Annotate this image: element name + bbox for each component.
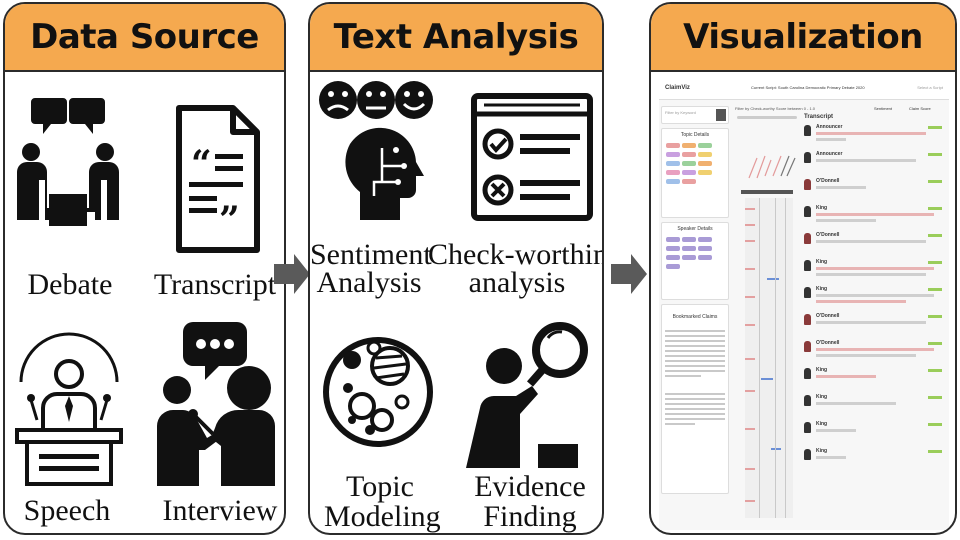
transcript-icon: “ ” — [176, 105, 260, 253]
svg-text:“: “ — [191, 143, 212, 185]
sentiment-label-2: Analysis — [316, 266, 422, 299]
speaker-name: King — [816, 421, 828, 427]
arrow-right-icon — [611, 254, 647, 294]
interview-label: Interview — [162, 494, 278, 527]
transcript-message: King — [804, 286, 944, 313]
transcript-message: King — [804, 421, 944, 448]
visualization-title: Visualization — [651, 4, 955, 72]
debate-icon — [17, 98, 119, 226]
transcript-message: King — [804, 205, 944, 232]
topic-label-1: Topic — [346, 470, 414, 503]
speaker-name: O'Donnell — [816, 313, 840, 319]
transcript-label: Transcript — [153, 268, 277, 301]
speaker-name: Announcer — [816, 151, 843, 157]
check-worthiness-label-2: analysis — [468, 266, 566, 299]
text-analysis-panel: Text Analysis Sentiment Analysis Check-w… — [308, 2, 604, 535]
speaker-name: Announcer — [816, 124, 843, 130]
transcript-message: O'Donnell — [804, 232, 944, 259]
keyword-filter-input[interactable]: Filter by Keyword — [661, 106, 729, 124]
transcript-message: Announcer — [804, 124, 944, 151]
score-filter-label: Filter by Check-worthy Score between 0 -… — [735, 106, 816, 111]
current-script: Current Script: South Carolina Democrati… — [751, 85, 865, 90]
data-source-panel: Data Source Debate “ ” Transcript Speech… — [3, 2, 286, 535]
claim-score-legend: Claim Score — [909, 106, 931, 111]
debate-label: Debate — [27, 268, 113, 301]
keyword-filter-placeholder: Filter by Keyword — [665, 110, 696, 115]
sentiment-legend: Sentiment — [874, 106, 893, 111]
evidence-label-2: Finding — [483, 500, 577, 533]
speaker-name: King — [816, 394, 828, 400]
text-analysis-title: Text Analysis — [310, 4, 602, 72]
speaker-name: King — [816, 205, 828, 211]
transcript-message: King — [804, 259, 944, 286]
claimviz-screenshot: ClaimViz Current Script: South Carolina … — [659, 78, 949, 530]
interview-icon — [157, 322, 275, 486]
select-script-dropdown[interactable]: Select a Script — [917, 85, 943, 90]
speaker-name: O'Donnell — [816, 232, 840, 238]
arrow-right-icon — [274, 254, 310, 294]
speaker-name: King — [816, 286, 828, 292]
claim-timeline-chart — [741, 155, 796, 518]
speech-icon — [15, 332, 123, 486]
transcript-message: O'Donnell — [804, 313, 944, 340]
speaker-name: King — [816, 367, 828, 373]
transcript-message: King — [804, 367, 944, 394]
speaker-name: O'Donnell — [816, 340, 840, 346]
speech-label: Speech — [23, 494, 111, 527]
transcript-message: King — [804, 394, 944, 421]
transcript-message: King — [804, 448, 944, 475]
magnifier-person-icon — [466, 322, 588, 468]
data-source-title: Data Source — [5, 4, 284, 72]
claimviz-topbar: ClaimViz Current Script: South Carolina … — [659, 78, 949, 100]
bookmarked-claims-box: Bookmarked Claims — [661, 304, 729, 494]
topic-details-title: Topic Details — [680, 132, 710, 138]
claimviz-sidebar: Filter by Keyword Topic Details Speaker … — [661, 106, 729, 526]
speaker-details-title: Speaker Details — [677, 226, 713, 232]
speaker-name: O'Donnell — [816, 178, 840, 184]
score-slider[interactable] — [737, 116, 797, 119]
speaker-name: King — [816, 259, 828, 265]
svg-text:”: ” — [219, 199, 240, 241]
bookmarked-claims-title: Bookmarked Claims — [672, 314, 718, 320]
topic-bubbles-icon — [323, 337, 433, 447]
transcript-message: O'Donnell — [804, 340, 944, 367]
speaker-name: King — [816, 448, 828, 454]
visualization-panel: Visualization ClaimViz Current Script: S… — [649, 2, 957, 535]
topic-label-2: Modeling — [324, 500, 441, 533]
checklist-icon — [471, 93, 593, 221]
transcript-message: Announcer — [804, 151, 944, 178]
transcript-message: O'Donnell — [804, 178, 944, 205]
claimviz-app-name: ClaimViz — [665, 85, 690, 91]
evidence-label-1: Evidence — [474, 470, 586, 503]
sentiment-head-icon — [319, 81, 433, 220]
transcript-list: Announcer Announcer O'Donnell King O'Don… — [804, 124, 944, 475]
search-icon[interactable] — [716, 109, 726, 121]
speaker-avatar — [804, 125, 811, 136]
speaker-details-box: Speaker Details — [661, 222, 729, 300]
transcript-title: Transcript — [804, 114, 834, 120]
topic-details-box: Topic Details — [661, 128, 729, 218]
